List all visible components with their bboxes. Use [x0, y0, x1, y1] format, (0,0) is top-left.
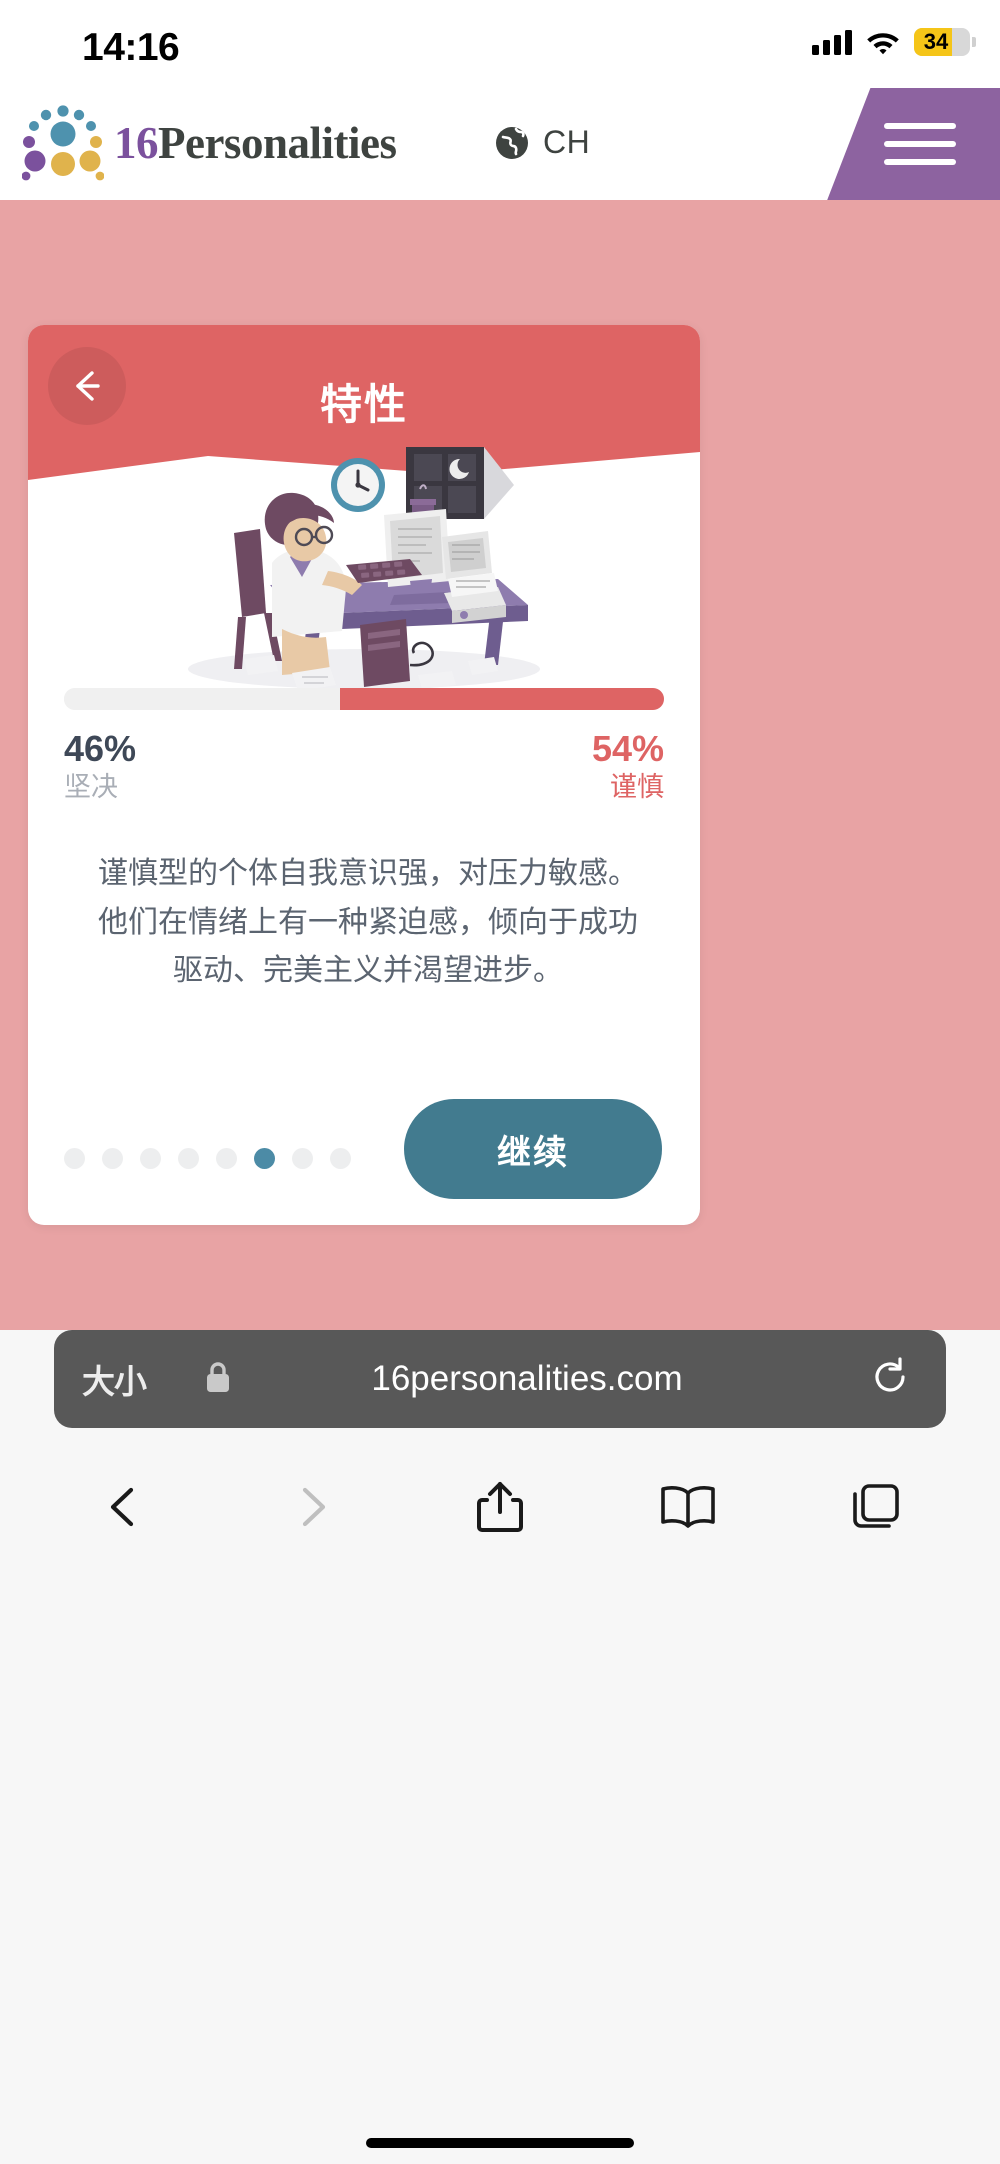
left-trait-label: 坚决	[64, 772, 118, 803]
right-trait-label: 谨慎	[610, 772, 664, 803]
site-header: 16Personalities CH	[0, 88, 1000, 200]
person-at-desk-night-illustration	[28, 445, 700, 695]
hamburger-menu-icon[interactable]	[827, 88, 1000, 200]
progress-track	[64, 688, 664, 710]
personality-dots-logo-icon	[21, 104, 105, 182]
trait-stats: 46% 坚决 54% 谨慎	[64, 728, 664, 806]
trait-description: 谨慎型的个体自我意识强，对压力敏感。他们在情绪上有一种紧迫感，倾向于成功驱动、完…	[98, 857, 638, 988]
pagination-dot-2[interactable]	[102, 1148, 123, 1169]
site-logo[interactable]: 16Personalities	[21, 104, 397, 182]
logo-number: 16	[114, 118, 159, 168]
progress-right-segment	[340, 688, 664, 710]
trait-stat-right: 54% 谨慎	[592, 728, 664, 806]
pagination-dot-3[interactable]	[140, 1148, 161, 1169]
address-bar[interactable]: 大小 16personalities.com	[54, 1330, 946, 1428]
right-percent-value: 54%	[591, 728, 664, 769]
share-icon[interactable]	[460, 1467, 540, 1547]
globe-icon	[494, 125, 530, 161]
pagination-dot-6[interactable]	[254, 1148, 275, 1169]
trait-progress-bar	[64, 688, 664, 710]
site-logo-text: 16Personalities	[114, 117, 397, 169]
battery-percent-label: 34	[923, 29, 949, 54]
status-bar-clock: 14:16	[82, 26, 180, 69]
trait-stat-left: 46% 坚决	[64, 728, 136, 806]
cellular-bars-icon	[812, 29, 852, 55]
pagination-dot-1[interactable]	[64, 1148, 85, 1169]
pagination-dot-7[interactable]	[292, 1148, 313, 1169]
pagination-dot-5[interactable]	[216, 1148, 237, 1169]
bookmarks-icon[interactable]	[648, 1467, 728, 1547]
pagination-dots[interactable]	[64, 1148, 351, 1169]
left-percent-value: 46%	[64, 728, 137, 769]
home-indicator	[366, 2138, 634, 2148]
text-size-button[interactable]: 大小	[82, 1355, 147, 1403]
back-icon[interactable]	[84, 1467, 164, 1547]
reload-icon[interactable]	[868, 1355, 912, 1404]
ios-status-bar: 14:16 34	[0, 0, 1000, 88]
safari-toolbar	[0, 1452, 1000, 1562]
pagination-dot-8[interactable]	[330, 1148, 351, 1169]
trait-card: 特性 46% 坚决 54% 谨慎 谨慎型的个体自我意识强，对压力敏感。他们在情绪…	[28, 325, 700, 1225]
pagination-dot-4[interactable]	[178, 1148, 199, 1169]
continue-button[interactable]: 继续	[404, 1099, 662, 1199]
battery-icon: 34	[914, 28, 976, 56]
language-code-label: CH	[543, 124, 591, 160]
wifi-icon	[866, 29, 900, 55]
url-text: 16personalities.com	[371, 1359, 683, 1398]
language-selector[interactable]: CH	[494, 124, 590, 161]
hamburger-bars	[884, 123, 956, 165]
status-bar-indicators: 34	[812, 28, 976, 56]
page-title: 特性	[319, 381, 408, 428]
forward-icon[interactable]	[272, 1467, 352, 1547]
logo-word: Personalities	[158, 118, 397, 168]
tabs-icon[interactable]	[836, 1467, 916, 1547]
progress-left-segment	[64, 688, 340, 710]
